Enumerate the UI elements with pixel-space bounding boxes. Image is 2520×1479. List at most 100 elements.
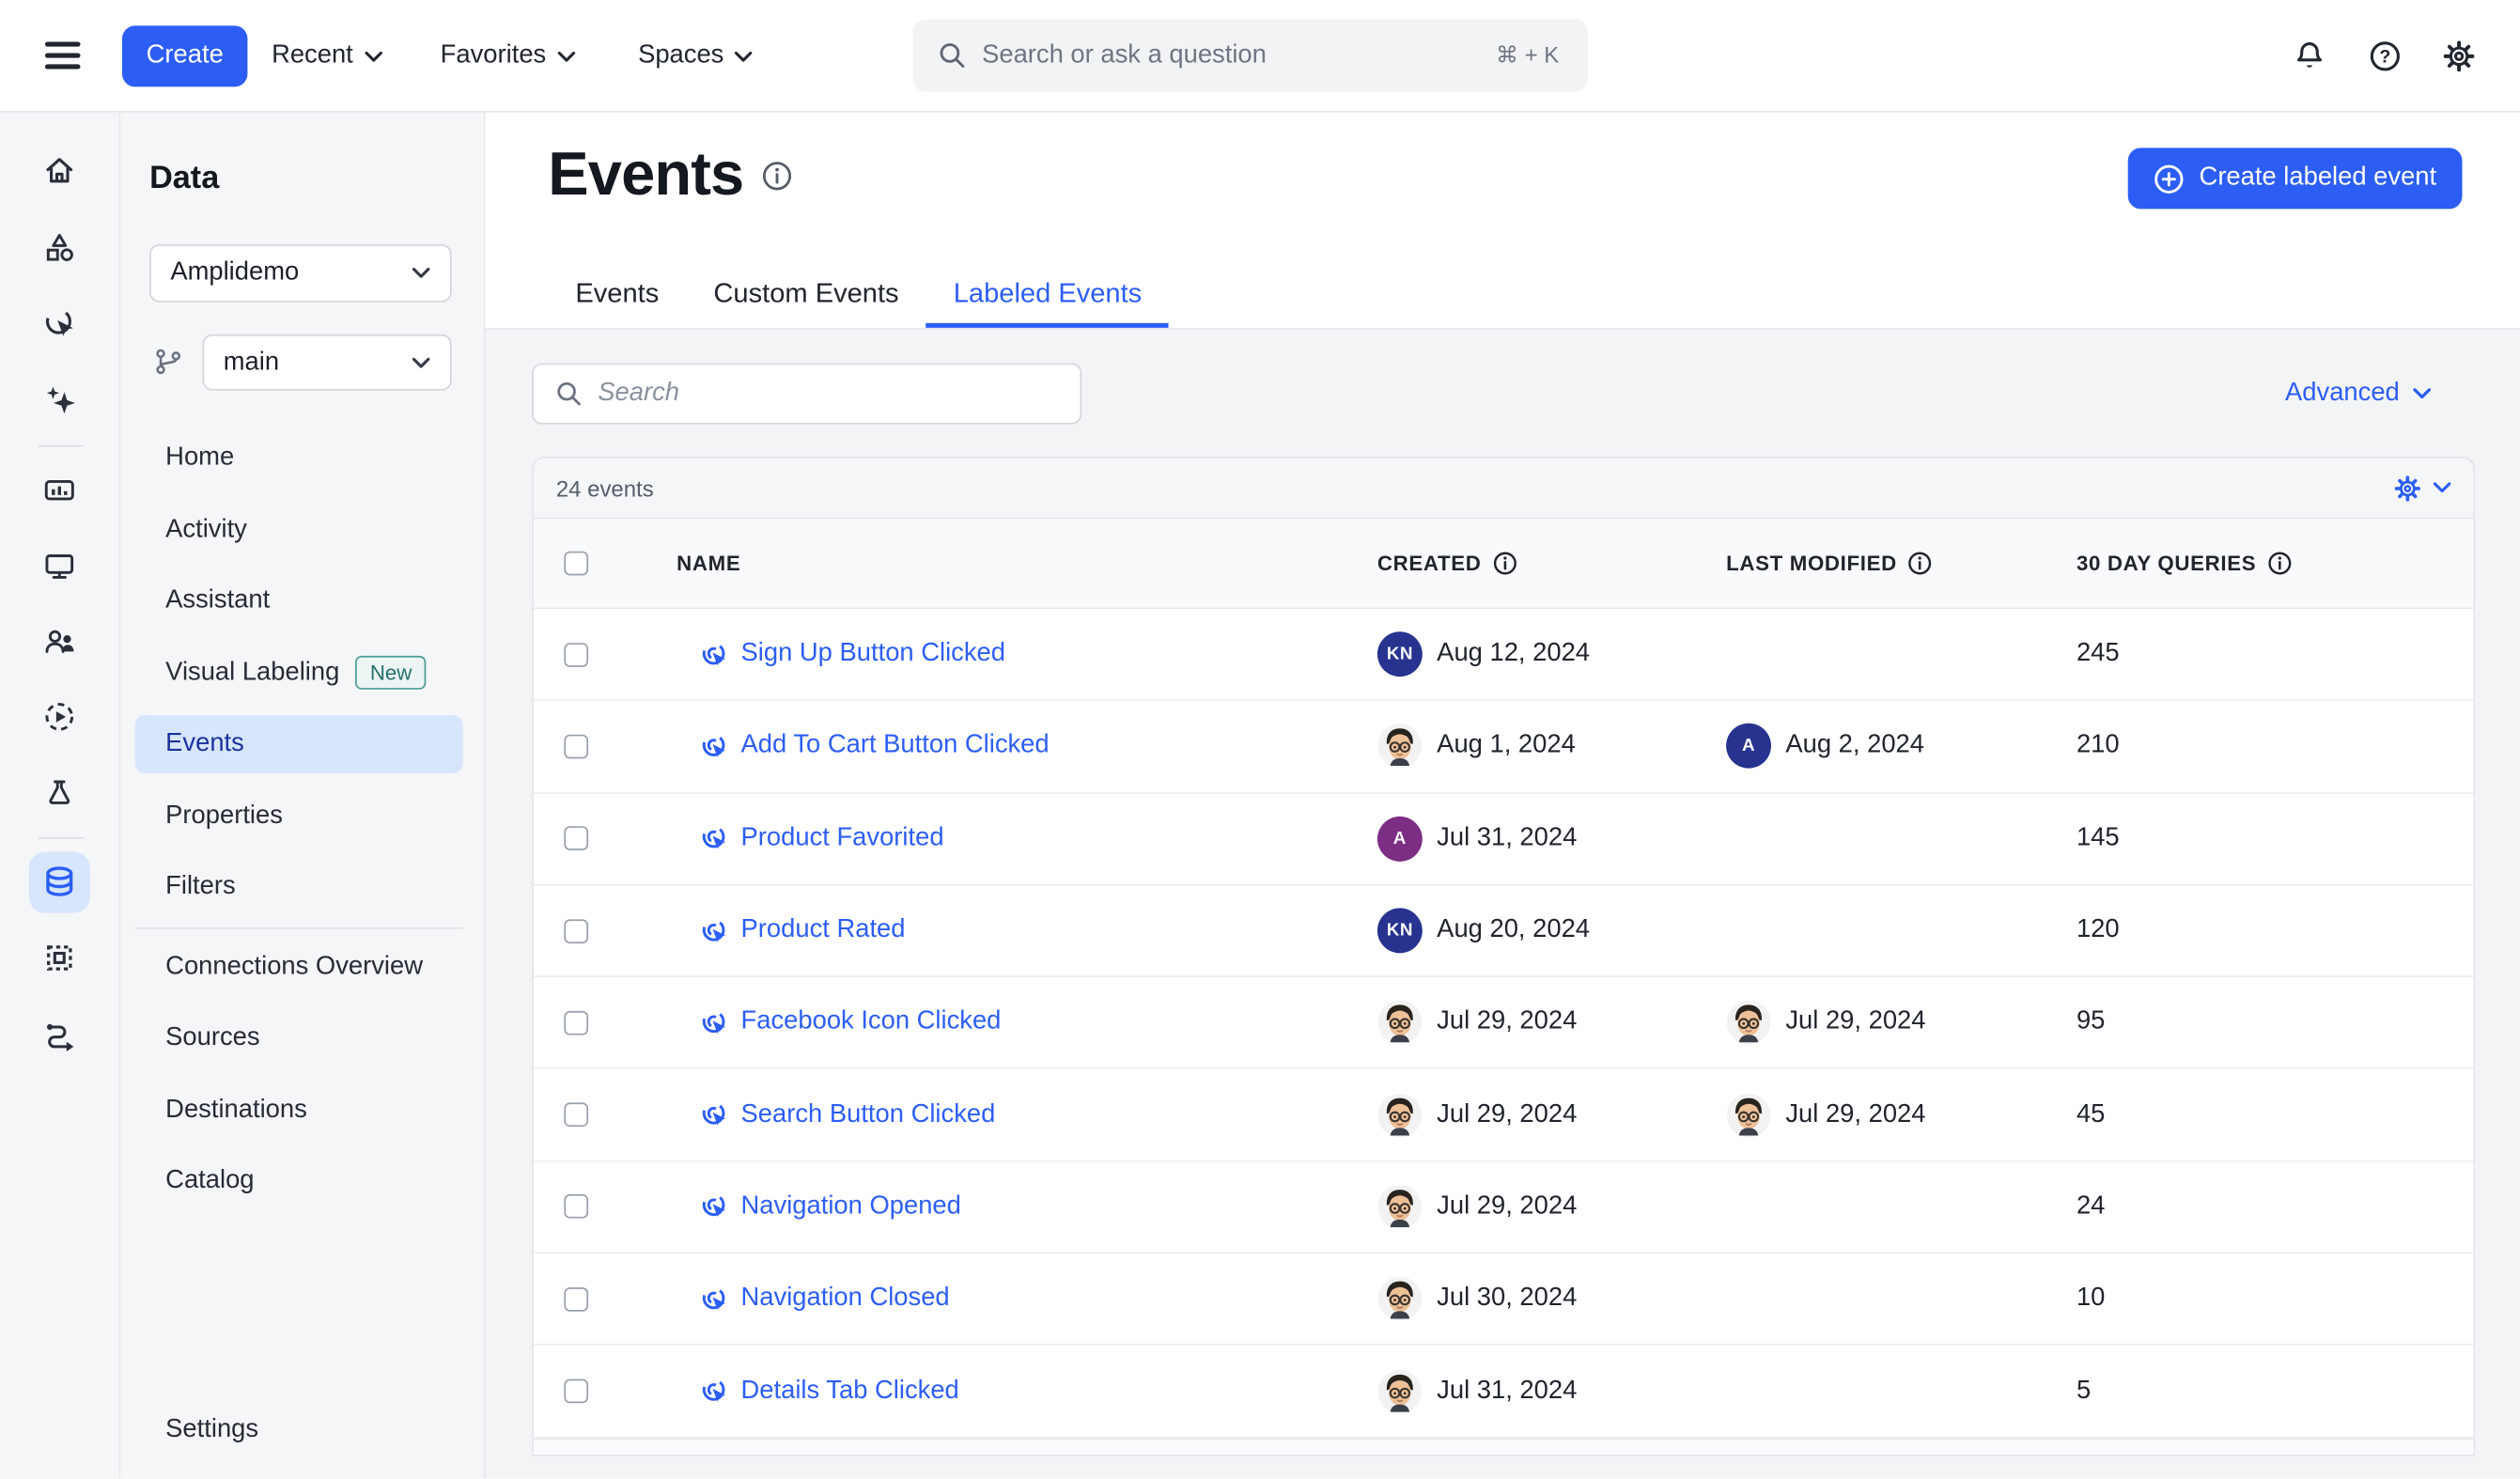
bell-icon[interactable]	[2292, 39, 2327, 74]
info-icon[interactable]	[761, 161, 791, 191]
sidebar-item-visual-labeling[interactable]: Visual LabelingNew	[120, 637, 485, 708]
row-checkbox[interactable]	[564, 735, 588, 759]
sidebar-item-home[interactable]: Home	[120, 423, 485, 494]
memoji-avatar	[1377, 1369, 1423, 1414]
created-cell: Jul 29, 2024	[1377, 1000, 1726, 1045]
info-icon[interactable]	[2267, 552, 2292, 576]
route-icon[interactable]	[41, 1018, 77, 1053]
sidebar-item-sources[interactable]: Sources	[120, 1003, 485, 1074]
queries-cell: 245	[2077, 640, 2473, 669]
tab-custom-events[interactable]: Custom Events	[686, 265, 926, 328]
flask-icon[interactable]	[41, 774, 77, 810]
column-header-30-day-queries[interactable]: 30 DAY QUERIES	[2077, 552, 2473, 576]
labeled-event-icon	[699, 731, 729, 761]
sidebar-item-events[interactable]: Events	[135, 715, 463, 773]
avatar: A	[1377, 816, 1423, 861]
frame-icon[interactable]	[41, 941, 77, 976]
left-icon-rail	[0, 113, 120, 1479]
global-search-input[interactable]: Search or ask a question ⌘ + K	[913, 20, 1588, 92]
sparkles-icon[interactable]	[41, 382, 77, 418]
event-name-link[interactable]: Sign Up Button Clicked	[741, 640, 1005, 669]
info-icon[interactable]	[1492, 552, 1517, 576]
table-settings-gear-icon[interactable]	[2393, 474, 2422, 503]
sidebar-item-destinations[interactable]: Destinations	[120, 1074, 485, 1145]
play-icon[interactable]	[41, 699, 77, 735]
sidebar-item-label: Destinations	[165, 1096, 307, 1125]
advanced-filter-toggle[interactable]: Advanced	[2285, 364, 2432, 425]
event-name-link[interactable]: Details Tab Clicked	[741, 1377, 959, 1406]
column-header-name[interactable]: NAME	[677, 552, 1377, 576]
database-icon	[40, 864, 79, 902]
branch-selector[interactable]: main	[203, 335, 452, 391]
spaces-menu[interactable]: Spaces	[638, 0, 753, 113]
select-all-checkbox[interactable]	[564, 552, 588, 576]
event-name-link[interactable]: Facebook Icon Clicked	[741, 1008, 1002, 1037]
event-name-link[interactable]: Navigation Opened	[741, 1192, 961, 1222]
sidebar-item-settings[interactable]: Settings	[120, 1395, 485, 1466]
last-modified-cell: AAug 2, 2024	[1726, 724, 2077, 769]
table-count-bar: 24 events	[534, 458, 2474, 519]
sidebar-item-properties[interactable]: Properties	[120, 780, 485, 851]
table-body: Sign Up Button ClickedKNAug 12, 2024245A…	[534, 609, 2474, 1438]
row-checkbox[interactable]	[564, 1287, 588, 1312]
create-button[interactable]: Create	[122, 25, 247, 86]
created-cell: AJul 31, 2024	[1377, 816, 1726, 861]
column-header-created[interactable]: CREATED	[1377, 552, 1726, 576]
recent-menu[interactable]: Recent	[272, 0, 382, 113]
table-row-product-rated: Product RatedKNAug 20, 2024120	[534, 885, 2474, 977]
table-scrollbar-track[interactable]	[534, 1438, 2474, 1456]
people-icon[interactable]	[41, 624, 77, 660]
table-search-input[interactable]: Search	[532, 364, 1081, 425]
row-checkbox[interactable]	[564, 919, 588, 943]
sidebar-item-filters[interactable]: Filters	[120, 852, 485, 924]
sidebar-item-catalog[interactable]: Catalog	[120, 1146, 485, 1218]
hamburger-menu-icon[interactable]	[45, 41, 81, 69]
events-main: Events Create labeled event EventsCustom…	[486, 113, 2520, 1479]
sidebar-item-assistant[interactable]: Assistant	[120, 566, 485, 637]
event-name-link[interactable]: Add To Cart Button Clicked	[741, 732, 1050, 761]
event-name-cell: Details Tab Clicked	[677, 1376, 1377, 1406]
queries-cell: 120	[2077, 916, 2473, 945]
home-icon[interactable]	[41, 152, 77, 188]
gear-icon[interactable]	[2441, 39, 2477, 74]
labeled-event-icon	[699, 823, 729, 853]
row-checkbox[interactable]	[564, 1195, 588, 1220]
sidebar-item-activity[interactable]: Activity	[120, 494, 485, 566]
table-settings-chevron-icon[interactable]	[2434, 482, 2451, 493]
tab-labeled-events[interactable]: Labeled Events	[926, 265, 1170, 328]
monitor-icon[interactable]	[41, 548, 77, 584]
last-modified-cell: Jul 29, 2024	[1726, 1000, 2077, 1045]
events-tabs: EventsCustom EventsLabeled Events	[548, 265, 1169, 328]
sidebar-item-connections-overview[interactable]: Connections Overview	[120, 931, 485, 1003]
event-name-link[interactable]: Search Button Clicked	[741, 1100, 996, 1129]
chevron-down-icon	[412, 356, 431, 369]
global-search-placeholder: Search or ask a question	[982, 41, 1496, 70]
event-name-link[interactable]: Product Rated	[741, 916, 906, 945]
chart-icon[interactable]	[41, 473, 77, 508]
queries-cell: 210	[2077, 732, 2473, 761]
top-navigation-bar: Create Recent Favorites Spaces Search or…	[0, 0, 2520, 113]
tab-events[interactable]: Events	[548, 265, 686, 328]
column-header-last-modified[interactable]: LAST MODIFIED	[1726, 552, 2077, 576]
sidebar-item-label: Connections Overview	[165, 953, 423, 982]
chevron-down-icon	[557, 51, 575, 62]
visual-target-icon[interactable]	[41, 305, 77, 341]
avatar: KN	[1377, 631, 1423, 677]
row-checkbox[interactable]	[564, 1011, 588, 1035]
row-checkbox[interactable]	[564, 1103, 588, 1128]
row-checkbox[interactable]	[564, 827, 588, 851]
help-icon[interactable]: ?	[2368, 39, 2403, 74]
project-selector[interactable]: Amplidemo	[149, 244, 452, 303]
row-checkbox[interactable]	[564, 1379, 588, 1404]
memoji-avatar	[1726, 1092, 1771, 1137]
create-labeled-event-button[interactable]: Create labeled event	[2128, 148, 2462, 209]
event-name-link[interactable]: Navigation Closed	[741, 1284, 950, 1314]
row-checkbox[interactable]	[564, 643, 588, 667]
shapes-icon[interactable]	[41, 230, 77, 266]
amplitude-data-app: Create Recent Favorites Spaces Search or…	[0, 0, 2520, 1479]
info-icon[interactable]	[1908, 552, 1933, 576]
sidebar-rail-data-selected[interactable]	[29, 852, 90, 913]
labeled-event-icon	[699, 1284, 729, 1314]
event-name-link[interactable]: Product Favorited	[741, 824, 944, 853]
favorites-menu[interactable]: Favorites	[441, 0, 575, 113]
